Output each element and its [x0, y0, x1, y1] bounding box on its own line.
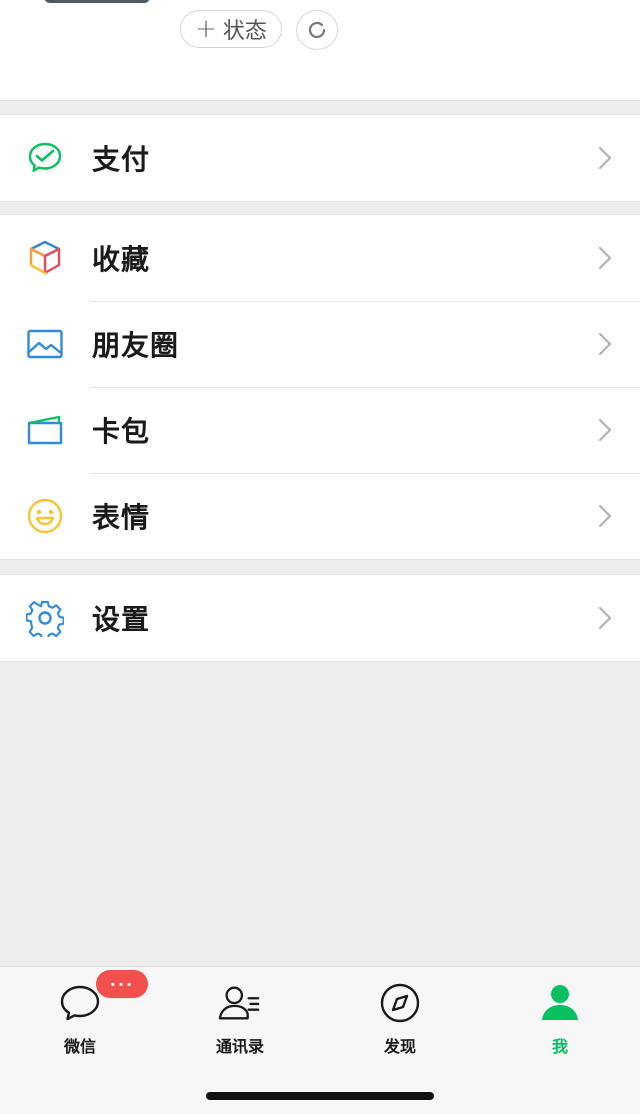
menu-item-moments[interactable]: 朋友圈 [0, 301, 640, 387]
home-indicator[interactable] [206, 1092, 434, 1100]
moments-picture-icon [26, 325, 64, 363]
person-icon [538, 981, 582, 1025]
avatar[interactable] [44, 0, 150, 3]
favorites-cube-icon [26, 239, 64, 277]
menu-item-favorites[interactable]: 收藏 [0, 215, 640, 301]
card-wallet-icon [26, 411, 64, 449]
menu-item-label: 表情 [92, 501, 151, 534]
menu-item-label: 收藏 [92, 243, 151, 276]
tab-contacts[interactable]: 通讯录 [180, 981, 300, 1061]
tab-label: 发现 [383, 1037, 416, 1056]
menu-item-pay[interactable]: 支付 [0, 115, 640, 201]
chevron-right-icon [598, 606, 612, 630]
chevron-right-icon [598, 146, 612, 170]
pay-icon [26, 139, 64, 177]
tab-me[interactable]: 我 [500, 981, 620, 1061]
unread-badge: ··· [96, 970, 148, 998]
tab-discover[interactable]: 发现 [340, 981, 460, 1061]
chevron-right-icon [598, 418, 612, 442]
chevron-right-icon [598, 246, 612, 270]
status-button-label: 状态 [222, 19, 267, 44]
add-status-button[interactable]: + 状态 [180, 10, 282, 48]
menu-item-card-wallet[interactable]: 卡包 [0, 387, 640, 473]
menu-item-stickers[interactable]: 表情 [0, 473, 640, 559]
menu-group-settings: 设置 [0, 574, 640, 662]
sticker-smile-icon [26, 497, 64, 535]
chevron-right-icon [598, 332, 612, 356]
tab-label: 微信 [63, 1037, 96, 1056]
menu-group-features: 收藏 朋友圈 卡包 表情 [0, 214, 640, 560]
settings-gear-icon [26, 599, 64, 637]
plus-icon: + [195, 14, 217, 44]
profile-header: + 状态 [0, 0, 640, 101]
menu-item-label: 支付 [92, 143, 151, 176]
menu-item-label: 卡包 [92, 415, 151, 448]
chat-bubble-icon [58, 981, 102, 1025]
refresh-icon [308, 21, 326, 39]
refresh-button[interactable] [296, 10, 338, 50]
chevron-right-icon [598, 504, 612, 528]
tab-label: 通讯录 [215, 1037, 264, 1056]
tab-label: 我 [551, 1037, 568, 1056]
menu-item-settings[interactable]: 设置 [0, 575, 640, 661]
compass-icon [378, 981, 422, 1025]
menu-item-label: 朋友圈 [92, 329, 180, 362]
contacts-icon [218, 981, 262, 1025]
menu-group-pay: 支付 [0, 114, 640, 202]
menu-item-label: 设置 [92, 603, 151, 636]
